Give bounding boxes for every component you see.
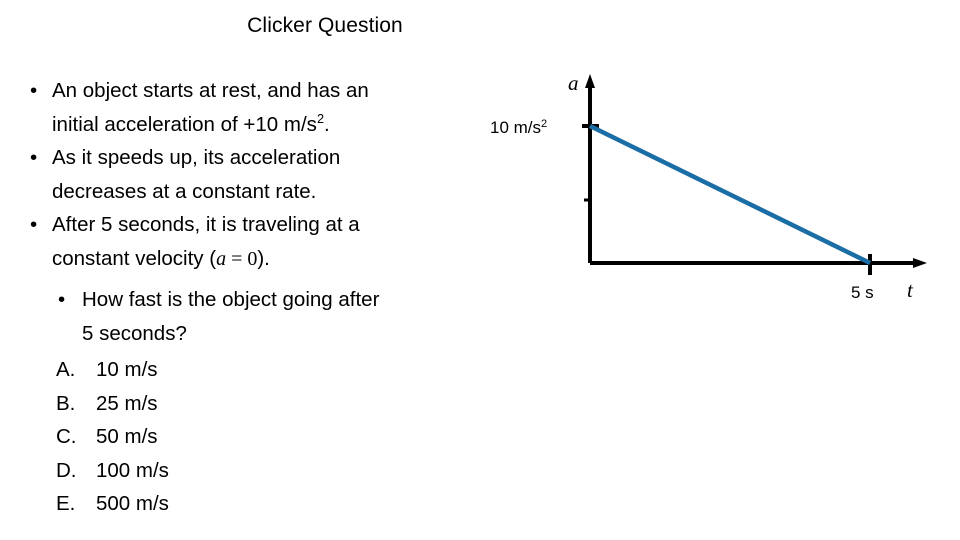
x-axis-arrowhead-icon: [913, 258, 927, 268]
y-tick-label-value: 10 m/s: [490, 118, 541, 137]
y-axis-label: a: [568, 71, 579, 95]
bullet-dot-icon: •: [30, 213, 38, 236]
answer-letter-d: D.: [56, 458, 77, 482]
answer-text-a: 10 m/s: [96, 358, 158, 381]
answer-option-a[interactable]: A. 10 m/s: [56, 353, 169, 387]
y-axis-arrowhead-icon: [585, 74, 595, 88]
bullet-3-line-2-close: ).: [257, 246, 270, 270]
bullet-3-line-2-text: constant velocity (: [52, 246, 217, 270]
page-title: Clicker Question: [247, 14, 403, 37]
bullet-item-2: • As it speeds up, its acceleration: [22, 141, 492, 175]
answer-options-list: A. 10 m/s B. 25 m/s C. 50 m/s D. 100 m/s…: [56, 353, 169, 521]
question-line-2: 5 seconds?: [52, 317, 502, 351]
answer-option-b[interactable]: B. 25 m/s: [56, 387, 169, 421]
bullet-item-3: • After 5 seconds, it is traveling at a: [22, 208, 492, 242]
bullet-1-line-2-text: initial acceleration of +10 m/s: [52, 112, 317, 136]
question-line-2-text: 5 seconds?: [82, 321, 187, 345]
answer-option-c[interactable]: C. 50 m/s: [56, 420, 169, 454]
answer-text-d: 100 m/s: [96, 458, 169, 482]
answer-text-b: 25 m/s: [96, 391, 158, 415]
body-text-block: • An object starts at rest, and has an i…: [22, 74, 492, 276]
bullet-3-line-2: constant velocity (a = 0).: [22, 242, 492, 277]
bullet-2-line-1: As it speeds up, its acceleration: [52, 146, 341, 169]
slide-canvas: Clicker Question • An object starts at r…: [0, 0, 960, 540]
answer-option-d[interactable]: D. 100 m/s: [56, 454, 169, 488]
bullet-1-line-2-period: .: [324, 112, 330, 136]
answer-option-e[interactable]: E. 500 m/s: [56, 487, 169, 521]
question-line-1: How fast is the object going after: [82, 288, 380, 311]
bullet-dot-icon: •: [30, 146, 38, 169]
y-axis-tick-label: 10 m/s2: [490, 118, 547, 137]
answer-text-e: 500 m/s: [96, 492, 169, 515]
graph-svg: a t 10 m/s2 5 s: [490, 71, 927, 302]
acceleration-time-graph: a t 10 m/s2 5 s: [470, 60, 960, 310]
bullet-1-line-2: initial acceleration of +10 m/s2.: [22, 108, 492, 142]
answer-letter-b: B.: [56, 391, 76, 415]
variable-a: a: [216, 247, 227, 270]
answer-letter-c: C.: [56, 425, 77, 448]
bullet-item-1: • An object starts at rest, and has an: [22, 74, 492, 108]
equals-sign: =: [226, 247, 248, 270]
bullet-dot-icon: •: [58, 288, 66, 311]
unit-exponent: 2: [316, 110, 325, 126]
answer-text-c: 50 m/s: [96, 425, 158, 448]
y-tick-label-exponent: 2: [541, 118, 547, 130]
bullet-1-line-1: An object starts at rest, and has an: [52, 79, 369, 102]
x-axis-tick-label: 5 s: [851, 283, 874, 302]
value-zero: 0: [247, 247, 258, 270]
answer-letter-a: A.: [56, 358, 76, 381]
bullet-dot-icon: •: [30, 79, 38, 102]
bullet-2-line-2-text: decreases at a constant rate.: [52, 179, 317, 203]
answer-letter-e: E.: [56, 492, 76, 515]
question-bullet: • How fast is the object going after: [52, 283, 502, 317]
question-block: • How fast is the object going after 5 s…: [52, 283, 502, 350]
acceleration-data-line: [589, 123, 871, 266]
x-axis-label: t: [907, 278, 914, 302]
bullet-3-line-1: After 5 seconds, it is traveling at a: [52, 213, 360, 236]
bullet-2-line-2: decreases at a constant rate.: [22, 175, 492, 209]
